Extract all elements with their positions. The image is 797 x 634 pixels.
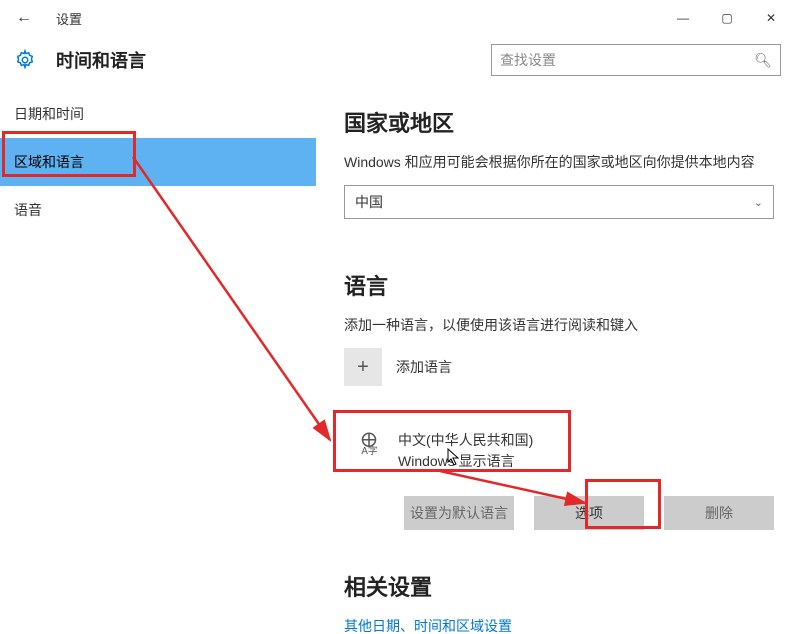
sidebar-item-label: 日期和时间 (14, 104, 84, 124)
minimize-button[interactable]: — (661, 0, 705, 36)
sidebar-item-datetime[interactable]: 日期和时间 (0, 90, 316, 138)
maximize-icon: ▢ (721, 11, 732, 25)
country-dropdown[interactable]: 中国 ⌄ (344, 185, 774, 219)
page-title: 时间和语言 (56, 47, 146, 73)
language-description: 添加一种语言，以便使用该语言进行阅读和键入 (344, 315, 783, 336)
arrow-left-icon: ← (16, 9, 32, 27)
mouse-cursor-icon (447, 448, 461, 469)
chevron-down-icon: ⌄ (754, 196, 763, 209)
language-globe-icon: A字 (356, 430, 382, 456)
region-heading: 国家或地区 (344, 106, 783, 138)
back-button[interactable]: ← (4, 0, 44, 36)
svg-text:A字: A字 (361, 444, 378, 456)
window-title: 设置 (44, 9, 82, 28)
add-language-label: 添加语言 (396, 357, 452, 377)
related-link-other-date-time[interactable]: 其他日期、时间和区域设置 (344, 616, 783, 634)
options-button[interactable]: 选项 (534, 496, 644, 530)
search-icon: 🔍︎ (754, 52, 772, 69)
plus-icon: + (357, 356, 369, 379)
remove-button: 删除 (664, 496, 774, 530)
region-description: Windows 和应用可能会根据你所在的国家或地区向你提供本地内容 (344, 152, 783, 173)
gear-icon (12, 47, 38, 73)
sidebar-item-speech[interactable]: 语音 (0, 186, 316, 234)
search-input[interactable] (500, 52, 754, 68)
button-label: 选项 (575, 503, 603, 523)
maximize-button[interactable]: ▢ (705, 0, 749, 36)
close-icon: ✕ (766, 11, 776, 25)
minimize-icon: — (677, 11, 689, 25)
related-heading: 相关设置 (344, 570, 783, 602)
country-selected-value: 中国 (355, 192, 383, 212)
language-heading: 语言 (344, 269, 783, 301)
language-name: 中文(中华人民共和国) (398, 430, 533, 451)
search-box[interactable]: 🔍︎ (491, 44, 781, 76)
button-label: 删除 (705, 503, 733, 523)
button-label: 设置为默认语言 (410, 503, 508, 523)
language-item-chinese[interactable]: A字 中文(中华人民共和国) Windows 显示语言 (344, 420, 774, 482)
sidebar-item-label: 区域和语言 (14, 152, 84, 172)
set-default-button: 设置为默认语言 (404, 496, 514, 530)
add-language-button[interactable]: + (344, 348, 382, 386)
language-subtitle: Windows 显示语言 (398, 451, 533, 472)
sidebar-item-region-language[interactable]: 区域和语言 (0, 138, 316, 186)
sidebar-item-label: 语音 (14, 200, 42, 220)
close-button[interactable]: ✕ (749, 0, 793, 36)
